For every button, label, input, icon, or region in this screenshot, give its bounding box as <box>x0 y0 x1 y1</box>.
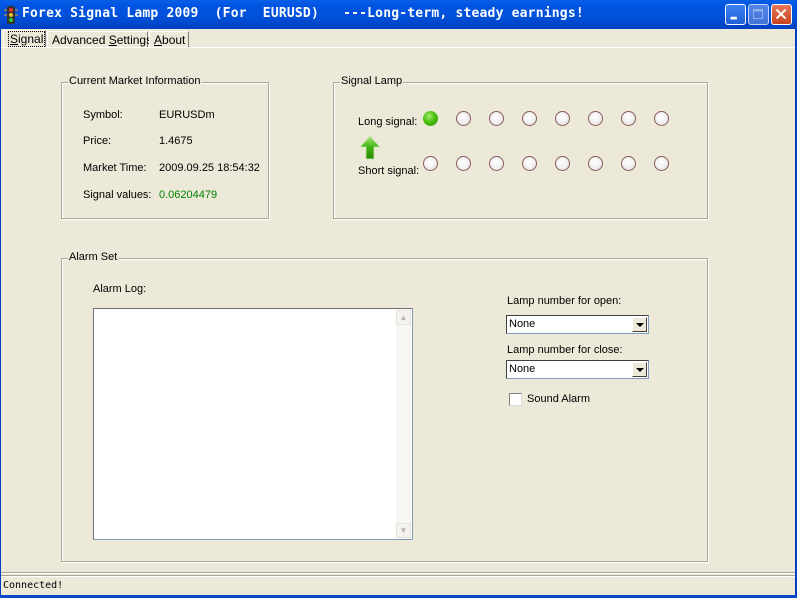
market-info-group-label: Current Market Information <box>68 75 202 87</box>
long-lamp-6 <box>588 111 603 126</box>
chevron-down-icon <box>636 323 644 327</box>
tab-signal[interactable]: Signal <box>3 30 46 48</box>
tab-about-label: bout <box>162 33 186 47</box>
status-separator <box>1 572 795 574</box>
long-lamp-1 <box>423 111 438 126</box>
close-lamp-dropdown-button[interactable] <box>632 362 647 377</box>
tab-advanced-mnemonic: S <box>108 33 117 47</box>
long-lamp-3 <box>489 111 504 126</box>
tab-signal-mnemonic: S <box>10 32 19 46</box>
title-bar[interactable]: Forex Signal Lamp 2009 (For EURUSD) ---L… <box>0 0 797 29</box>
symbol-label: Symbol: <box>83 109 123 121</box>
scroll-up-button[interactable]: ▲ <box>396 310 411 325</box>
short-lamp-1 <box>423 156 438 171</box>
alarm-set-group-label: Alarm Set <box>68 251 119 263</box>
close-icon <box>775 8 787 20</box>
sound-alarm-checkbox[interactable] <box>509 393 522 406</box>
alarm-log-scrollbar[interactable]: ▲ ▼ <box>396 310 411 538</box>
price-value: 1.4675 <box>159 135 193 147</box>
long-lamp-5 <box>555 111 570 126</box>
window-title: Forex Signal Lamp 2009 (For EURUSD) ---L… <box>22 6 584 21</box>
traffic-light-icon <box>4 6 18 24</box>
short-lamp-5 <box>555 156 570 171</box>
short-signal-label: Short signal: <box>358 165 420 177</box>
tab-about[interactable]: About <box>149 31 189 48</box>
open-lamp-select[interactable]: None <box>506 315 649 334</box>
tab-about-mnemonic: A <box>154 33 163 47</box>
market-time-value: 2009.09.25 18:54:32 <box>159 162 260 174</box>
short-lamp-4 <box>522 156 537 171</box>
close-lamp-value: None <box>509 363 536 375</box>
long-signal-label: Long signal: <box>358 116 418 128</box>
short-lamp-6 <box>588 156 603 171</box>
long-lamp-8 <box>654 111 669 126</box>
price-label: Price: <box>83 135 112 147</box>
minimize-button[interactable] <box>725 4 746 25</box>
scroll-down-button[interactable]: ▼ <box>396 523 411 538</box>
symbol-value: EURUSDm <box>159 109 215 121</box>
signal-lamp-group-label: Signal Lamp <box>340 75 404 87</box>
open-lamp-label: Lamp number for open: <box>507 295 622 307</box>
long-lamp-7 <box>621 111 636 126</box>
short-lamp-3 <box>489 156 504 171</box>
tab-advanced-label-pre: Advanced <box>52 33 109 47</box>
signal-values-label: Signal values: <box>83 189 152 201</box>
tab-advanced-label: ettings <box>116 33 153 47</box>
short-lamp-2 <box>456 156 471 171</box>
close-lamp-select[interactable]: None <box>506 360 649 379</box>
close-button[interactable] <box>771 4 792 25</box>
market-time-label: Market Time: <box>83 162 147 174</box>
short-lamp-7 <box>621 156 636 171</box>
up-arrow-icon <box>359 135 381 160</box>
sound-alarm-label[interactable]: Sound Alarm <box>527 393 590 405</box>
open-lamp-dropdown-button[interactable] <box>632 317 647 332</box>
alarm-log-textarea[interactable]: ▲ ▼ <box>93 308 413 540</box>
minimize-icon <box>730 16 737 20</box>
close-lamp-label: Lamp number for close: <box>507 344 623 356</box>
tab-advanced-settings[interactable]: Advanced Settings <box>47 31 152 48</box>
maximize-icon <box>753 9 764 20</box>
chevron-down-icon <box>636 368 644 372</box>
signal-lamp-group: Signal Lamp <box>333 75 708 219</box>
signal-values-value: 0.06204479 <box>159 189 218 201</box>
status-text: Connected! <box>3 580 64 591</box>
scroll-up-icon: ▲ <box>399 313 408 322</box>
maximize-button[interactable] <box>748 4 769 25</box>
tab-signal-label: ignal <box>18 32 44 46</box>
status-bar: Connected! <box>1 575 795 595</box>
open-lamp-value: None <box>509 318 536 330</box>
alarm-log-label: Alarm Log: <box>93 283 147 295</box>
long-lamp-2 <box>456 111 471 126</box>
long-lamp-4 <box>522 111 537 126</box>
short-lamp-8 <box>654 156 669 171</box>
scroll-down-icon: ▼ <box>399 526 408 535</box>
